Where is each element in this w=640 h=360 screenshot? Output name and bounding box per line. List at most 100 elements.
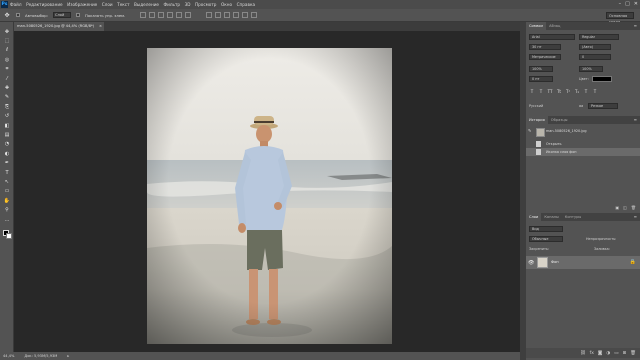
distribute-right-icon[interactable] xyxy=(251,12,258,18)
quick-select-tool-icon[interactable]: ◎ xyxy=(3,56,11,63)
align-hcenter-icon[interactable] xyxy=(176,12,183,18)
font-style-select[interactable]: Regular xyxy=(579,34,619,40)
move-tool-icon[interactable]: ✥ xyxy=(3,28,11,35)
maximize-button[interactable]: □ xyxy=(625,1,630,7)
subscript-button[interactable]: T₁ xyxy=(574,88,580,95)
align-top-icon[interactable] xyxy=(140,12,147,18)
antialias-select[interactable]: Резкое xyxy=(588,103,618,109)
layer-filter-select[interactable]: Вид xyxy=(529,226,563,232)
menu-layer[interactable]: Слои xyxy=(102,2,113,7)
history-item-selected[interactable]: Иконка слоя фон xyxy=(526,148,640,156)
layer-thumbnail[interactable] xyxy=(537,257,548,268)
new-snapshot-icon[interactable]: ◫ xyxy=(623,205,627,211)
history-brush-source-icon[interactable]: ✎ xyxy=(528,127,531,135)
tab-history[interactable]: История xyxy=(526,116,548,124)
close-tab-icon[interactable]: × xyxy=(99,22,102,31)
tab-paragraph[interactable]: Абзац xyxy=(546,22,563,30)
move-tool-icon[interactable]: ✥ xyxy=(3,11,11,19)
menu-image[interactable]: Изображение xyxy=(67,2,97,7)
canvas-area[interactable] xyxy=(14,31,520,352)
menu-edit[interactable]: Редактирование xyxy=(26,2,63,7)
path-select-tool-icon[interactable]: ↖ xyxy=(3,178,11,185)
faux-bold-button[interactable]: T xyxy=(529,88,535,95)
horizontal-scale-field[interactable]: 100% xyxy=(579,66,603,72)
leading-select[interactable]: (Авто) xyxy=(579,44,611,50)
status-menu-arrow-icon[interactable]: ▸ xyxy=(67,354,69,358)
menu-view[interactable]: Просмотр xyxy=(195,2,217,7)
character-panel-menu-icon[interactable]: ≡ xyxy=(634,23,637,28)
distribute-hcenter-icon[interactable] xyxy=(242,12,249,18)
minimize-button[interactable]: – xyxy=(619,1,622,7)
distribute-top-icon[interactable] xyxy=(206,12,213,18)
history-snapshot[interactable]: ✎ man-5080526_1920.jpg xyxy=(526,127,640,139)
underline-button[interactable]: T xyxy=(583,88,589,95)
healing-brush-tool-icon[interactable]: ✚ xyxy=(3,84,11,91)
menu-3d[interactable]: 3D xyxy=(185,2,191,7)
vertical-scale-field[interactable]: 100% xyxy=(529,66,553,72)
text-color-swatch[interactable] xyxy=(592,76,612,82)
lasso-tool-icon[interactable]: ℓ xyxy=(3,47,11,54)
document-photo[interactable] xyxy=(147,48,392,344)
layer-name[interactable]: Фон xyxy=(551,260,559,264)
font-size-select[interactable]: 30 пт xyxy=(529,44,561,50)
history-panel-menu-icon[interactable]: ≡ xyxy=(634,117,637,122)
gradient-tool-icon[interactable]: ▤ xyxy=(3,131,11,138)
align-bottom-icon[interactable] xyxy=(158,12,165,18)
superscript-button[interactable]: T¹ xyxy=(565,88,571,95)
menu-window[interactable]: Окно xyxy=(221,2,232,7)
tab-paths[interactable]: Контуры xyxy=(562,213,584,221)
blur-tool-icon[interactable]: ◔ xyxy=(3,141,11,148)
menu-filter[interactable]: Фильтр xyxy=(164,2,181,7)
background-color-swatch[interactable] xyxy=(6,233,12,239)
eraser-tool-icon[interactable]: ◧ xyxy=(3,122,11,129)
tab-layers[interactable]: Слои xyxy=(526,213,542,221)
type-tool-icon[interactable]: T xyxy=(3,169,11,176)
small-caps-button[interactable]: Tt xyxy=(556,88,562,95)
shape-tool-icon[interactable]: ▭ xyxy=(3,188,11,195)
layer-row[interactable]: 👁 Фон 🔒 xyxy=(526,256,640,269)
tab-swatches[interactable]: Образцы xyxy=(548,116,571,124)
extras-tool-icon[interactable]: … xyxy=(3,216,11,223)
trash-icon[interactable]: 🗑 xyxy=(630,351,636,356)
close-button[interactable]: ✕ xyxy=(634,1,638,7)
zoom-tool-icon[interactable]: ⚲ xyxy=(3,207,11,214)
crop-tool-icon[interactable]: ⌗ xyxy=(3,66,11,73)
kerning-select[interactable]: Метрические xyxy=(529,54,561,60)
tab-channels[interactable]: Каналы xyxy=(541,213,561,221)
hand-tool-icon[interactable]: ✋ xyxy=(3,197,11,204)
fx-icon[interactable]: fx xyxy=(590,351,594,356)
font-family-select[interactable]: Arial xyxy=(529,34,575,40)
adjustment-icon[interactable]: ◑ xyxy=(606,351,610,356)
clone-stamp-tool-icon[interactable]: ⎘ xyxy=(3,103,11,110)
layers-panel-menu-icon[interactable]: ≡ xyxy=(634,214,637,219)
history-brush-tool-icon[interactable]: ↺ xyxy=(3,113,11,120)
baseline-shift-field[interactable]: 0 пт xyxy=(529,76,553,82)
pen-tool-icon[interactable]: ✒ xyxy=(3,160,11,167)
folder-icon[interactable]: ▭ xyxy=(614,351,618,356)
all-caps-button[interactable]: TT xyxy=(547,88,553,95)
delete-state-icon[interactable]: 🗑 xyxy=(631,205,636,211)
workspace-dropdown[interactable]: Основная среда xyxy=(606,12,634,24)
marquee-tool-icon[interactable]: ⬚ xyxy=(3,37,11,44)
new-layer-icon[interactable]: ⊞ xyxy=(623,351,627,356)
transform-controls-checkbox[interactable] xyxy=(75,13,80,17)
auto-select-dropdown[interactable]: Слой xyxy=(52,12,71,18)
distribute-bottom-icon[interactable] xyxy=(224,12,231,18)
document-tab[interactable]: man-5080526_1920.jpg @ 44,4% (RGB/8*) × xyxy=(14,22,104,31)
mask-icon[interactable]: ◙ xyxy=(598,351,602,356)
menu-type[interactable]: Текст xyxy=(117,2,129,7)
tracking-select[interactable]: 0 xyxy=(579,54,611,60)
blend-mode-select[interactable]: Обычные xyxy=(529,236,563,242)
menu-help[interactable]: Справка xyxy=(237,2,255,7)
menu-select[interactable]: Выделение xyxy=(134,2,159,7)
dodge-tool-icon[interactable]: ◐ xyxy=(3,150,11,157)
new-document-from-state-icon[interactable]: ▣ xyxy=(615,205,619,211)
menu-file[interactable]: Файл xyxy=(10,2,22,7)
strikethrough-button[interactable]: T xyxy=(592,88,598,95)
tab-character[interactable]: Символ xyxy=(526,22,547,30)
distribute-vcenter-icon[interactable] xyxy=(215,12,222,18)
faux-italic-button[interactable]: T xyxy=(538,88,544,95)
auto-select-checkbox[interactable] xyxy=(16,13,20,17)
align-left-icon[interactable] xyxy=(167,12,174,18)
zoom-level[interactable]: 44,4% xyxy=(3,354,14,358)
